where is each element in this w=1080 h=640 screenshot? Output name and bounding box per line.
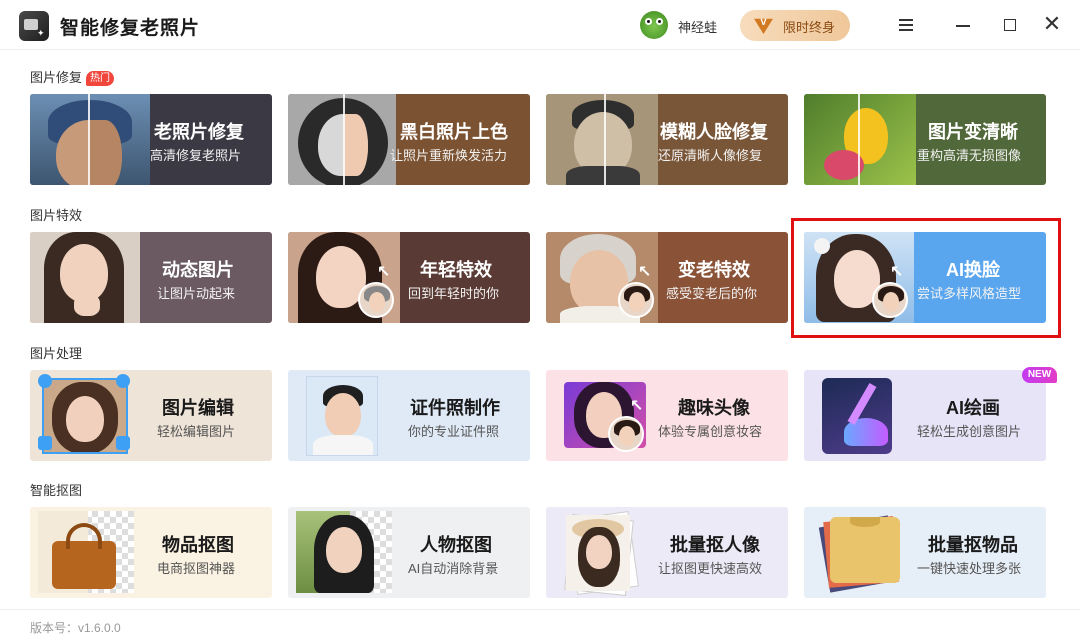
- card-id-photo[interactable]: 证件照制作 你的专业证件照: [288, 370, 530, 461]
- card-subtitle: AI自动消除背景: [408, 561, 499, 576]
- card-subtitle: 还原清晰人像修复: [658, 148, 763, 163]
- arrow-icon: ↖: [630, 398, 644, 415]
- card-old-photo-repair[interactable]: 老照片修复 高清修复老照片: [30, 94, 272, 185]
- footer-divider: [0, 609, 1080, 610]
- card-sharpen[interactable]: 图片变清晰 重构高清无损图像: [804, 94, 1046, 185]
- before-avatar: [608, 416, 644, 452]
- card-title: 图片编辑: [162, 398, 234, 418]
- card-title: 老照片修复: [154, 122, 244, 142]
- hot-badge: 热门: [86, 71, 115, 86]
- arrow-icon: ↖: [377, 264, 391, 281]
- batch-item-thumb: [830, 517, 900, 583]
- card-blur-face-repair[interactable]: 模糊人脸修复 还原清晰人像修复: [546, 94, 788, 185]
- card-title: 黑白照片上色: [400, 122, 508, 142]
- vip-button[interactable]: V 限时终身: [740, 10, 850, 41]
- compare-divider: [604, 94, 606, 185]
- handle-icon[interactable]: [38, 374, 52, 388]
- card-title: 变老特效: [678, 260, 750, 280]
- minimize-icon[interactable]: [951, 13, 975, 37]
- handle-icon[interactable]: [116, 374, 130, 388]
- card-image-edit[interactable]: 图片编辑 轻松编辑图片: [30, 370, 272, 461]
- card-batch-person-cutout[interactable]: 批量抠人像 让抠图更快速高效: [546, 507, 788, 598]
- card-colorize[interactable]: 黑白照片上色 让照片重新焕发活力: [288, 94, 530, 185]
- card-title: 模糊人脸修复: [660, 122, 768, 142]
- compare-divider: [858, 94, 860, 185]
- batch-person-thumb: [566, 515, 630, 591]
- item-cut-thumb: [38, 511, 134, 593]
- card-title: 趣味头像: [678, 398, 750, 418]
- card-younger[interactable]: ↖ 年轻特效 回到年轻时的你: [288, 232, 530, 323]
- menu-icon[interactable]: [894, 13, 918, 37]
- maximize-icon[interactable]: [998, 13, 1022, 37]
- app-window: ✦ 智能修复老照片 神经蛙 V 限时终身 ✕ 图片修复 热门 老照片修复 高清修复…: [0, 0, 1080, 640]
- animate-thumb: [30, 232, 140, 323]
- handle-icon[interactable]: [116, 436, 130, 450]
- compare-divider: [88, 94, 90, 185]
- colorize-thumb: [288, 94, 396, 185]
- card-subtitle: 让照片重新焕发活力: [390, 148, 508, 163]
- app-title: 智能修复老照片: [60, 18, 201, 39]
- title-bar: ✦ 智能修复老照片 神经蛙 V 限时终身 ✕: [0, 0, 1080, 50]
- arrow-icon: ↖: [638, 264, 652, 281]
- card-title: 批量抠人像: [670, 535, 760, 555]
- selection-highlight: [791, 218, 1061, 338]
- card-subtitle: 让抠图更快速高效: [658, 561, 763, 576]
- card-subtitle: 轻松编辑图片: [157, 424, 236, 439]
- card-person-cutout[interactable]: 人物抠图 AI自动消除背景: [288, 507, 530, 598]
- vip-label: 限时终身: [783, 20, 836, 35]
- card-title: 批量抠物品: [928, 535, 1018, 555]
- old-photo-thumb: [30, 94, 150, 185]
- card-title: 动态图片: [162, 260, 234, 280]
- before-avatar: [358, 282, 394, 318]
- section-title-effects: 图片特效: [30, 208, 83, 223]
- card-title: 证件照制作: [410, 398, 500, 418]
- card-subtitle: 高清修复老照片: [150, 148, 242, 163]
- card-title: 物品抠图: [162, 535, 234, 555]
- card-subtitle: 你的专业证件照: [408, 424, 500, 439]
- handle-icon[interactable]: [38, 436, 52, 450]
- card-subtitle: 重构高清无损图像: [917, 148, 1022, 163]
- card-batch-item-cutout[interactable]: 批量抠物品 一键快速处理多张: [804, 507, 1046, 598]
- before-avatar: [618, 282, 654, 318]
- card-subtitle: 让图片动起来: [157, 286, 236, 301]
- vip-crown-icon: V: [754, 18, 773, 34]
- card-subtitle: 一键快速处理多张: [917, 561, 1022, 576]
- card-older[interactable]: ↖ 变老特效 感受变老后的你: [546, 232, 788, 323]
- id-photo-thumb: [306, 376, 378, 456]
- card-title: AI绘画: [946, 398, 1000, 418]
- username[interactable]: 神经蛙: [678, 17, 717, 36]
- new-badge: NEW: [1022, 367, 1057, 383]
- card-subtitle: 回到年轻时的你: [408, 286, 500, 301]
- section-title-repair: 图片修复 热门: [30, 67, 115, 86]
- frog-avatar-icon[interactable]: [640, 11, 668, 39]
- section-title-process: 图片处理: [30, 346, 83, 361]
- version-label: 版本号：v1.6.0.0: [30, 621, 121, 635]
- ai-paint-thumb: [822, 378, 892, 454]
- card-subtitle: 电商抠图神器: [157, 561, 236, 576]
- person-cut-thumb: [296, 511, 392, 593]
- app-logo-icon: ✦: [19, 11, 49, 41]
- section-title-cutout: 智能抠图: [30, 483, 83, 498]
- compare-divider: [343, 94, 345, 185]
- card-title: 年轻特效: [420, 260, 492, 280]
- card-subtitle: 体验专属创意妆容: [658, 424, 763, 439]
- card-subtitle: 感受变老后的你: [666, 286, 758, 301]
- section-label: 图片修复: [30, 70, 83, 85]
- card-title: 图片变清晰: [928, 122, 1018, 142]
- card-ai-painting[interactable]: AI绘画 轻松生成创意图片: [804, 370, 1046, 461]
- blur-face-thumb: [546, 94, 658, 185]
- card-item-cutout[interactable]: 物品抠图 电商抠图神器: [30, 507, 272, 598]
- card-fun-avatar[interactable]: ↖ 趣味头像 体验专属创意妆容: [546, 370, 788, 461]
- close-icon[interactable]: ✕: [1040, 13, 1064, 37]
- card-title: 人物抠图: [420, 535, 492, 555]
- card-animate[interactable]: 动态图片 让图片动起来: [30, 232, 272, 323]
- card-subtitle: 轻松生成创意图片: [917, 424, 1022, 439]
- sharpen-thumb: [804, 94, 916, 185]
